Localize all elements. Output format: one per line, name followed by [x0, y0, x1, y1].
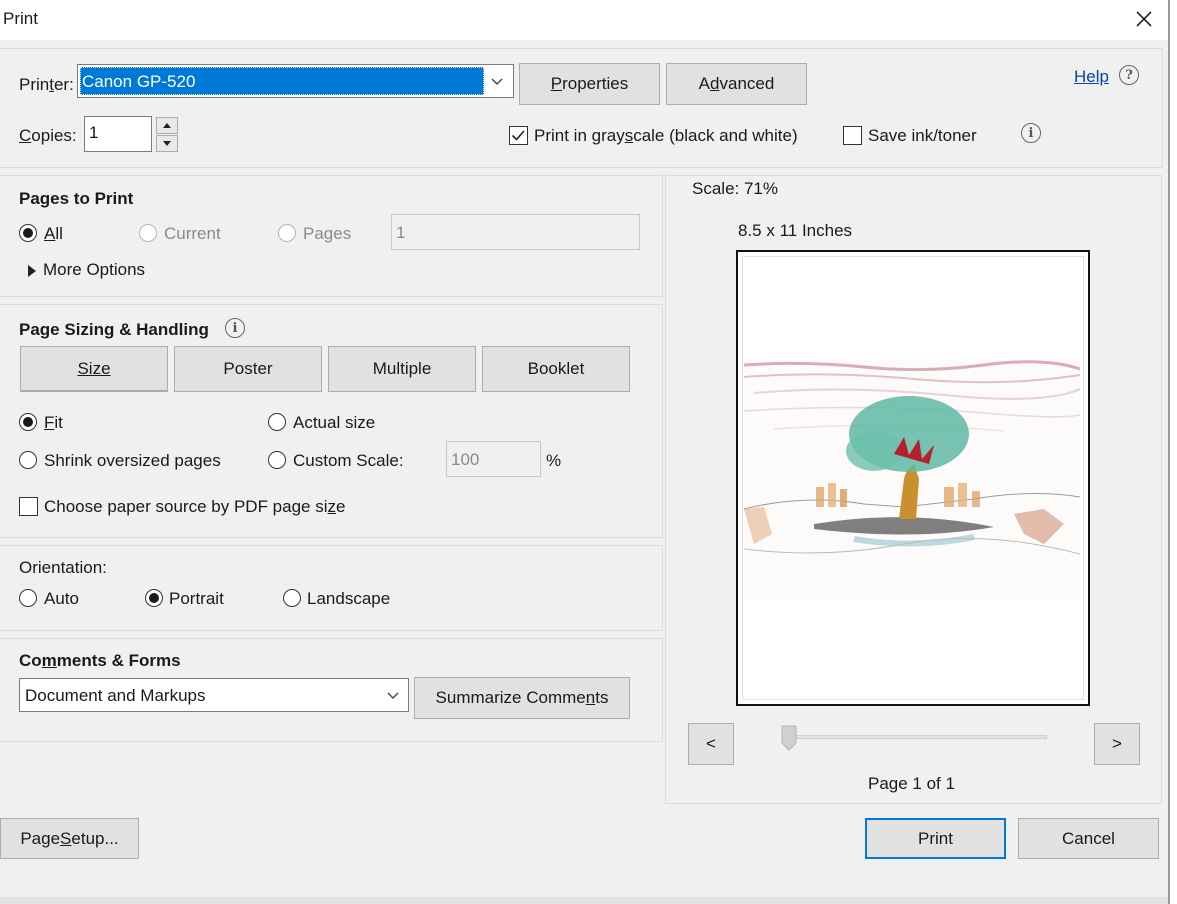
auto-orientation-label: Auto: [44, 589, 79, 608]
title-bar: [0, 0, 1168, 40]
page-slider-thumb[interactable]: [781, 725, 797, 751]
window-right-edge: [1168, 0, 1177, 904]
custom-scale-radio[interactable]: [268, 451, 286, 469]
custom-scale-label: Custom Scale:: [293, 451, 404, 470]
window-bottom-edge: [0, 897, 1168, 904]
chevron-down-icon: [490, 74, 504, 94]
custom-scale-input[interactable]: 100: [446, 441, 541, 477]
more-options-toggle[interactable]: More Options: [43, 260, 145, 280]
copies-up-button[interactable]: [156, 117, 178, 134]
info-icon[interactable]: i: [1021, 123, 1041, 143]
current-page-label: Current: [164, 224, 221, 243]
printer-select-value: Canon GP-520: [82, 72, 196, 91]
custom-scale-value: 100: [451, 450, 480, 469]
multiple-tab[interactable]: Multiple: [328, 346, 476, 392]
save-ink-label: Save ink/toner: [868, 126, 977, 145]
paper-size-label: 8.5 x 11 Inches: [738, 221, 853, 240]
preview-scale: Scale: 71%: [692, 179, 778, 198]
fit-radio[interactable]: [19, 413, 37, 431]
copies-down-button[interactable]: [156, 135, 178, 152]
page-slider-track[interactable]: [786, 735, 1047, 739]
pages-range-radio[interactable]: [278, 224, 296, 242]
checkmark-icon: [511, 130, 525, 141]
pages-range-value: 1: [396, 223, 406, 242]
comments-forms-value: Document and Markups: [25, 686, 206, 705]
pages-range-input[interactable]: 1: [391, 214, 640, 250]
save-ink-checkbox[interactable]: [843, 126, 862, 145]
shrink-oversized-radio[interactable]: [19, 451, 37, 469]
window-title: Print: [3, 9, 38, 28]
next-page-button[interactable]: >: [1094, 723, 1140, 765]
triangle-up-icon: [163, 123, 171, 128]
advanced-button[interactable]: Ad vanced: [666, 63, 807, 105]
portrait-label: Portrait: [169, 589, 224, 608]
chevron-down-icon: [386, 688, 400, 708]
close-icon[interactable]: [1131, 6, 1157, 32]
prev-page-button[interactable]: <: [688, 723, 734, 765]
comments-forms-heading: Comments & Forms: [19, 651, 181, 670]
copies-label: Copies:: [19, 126, 77, 145]
grayscale-label: Print in grayscale (black and white): [534, 126, 798, 145]
triangle-right-icon[interactable]: [27, 262, 37, 282]
all-pages-radio[interactable]: [19, 224, 37, 242]
info-icon[interactable]: i: [225, 318, 245, 338]
percent-label: %: [546, 451, 562, 470]
copies-input[interactable]: 1: [84, 116, 152, 152]
shrink-oversized-label: Shrink oversized pages: [44, 451, 221, 470]
page-preview: [736, 250, 1090, 706]
printer-select[interactable]: Canon GP-520: [77, 64, 514, 98]
fit-label: Fit: [44, 413, 63, 432]
landscape-label: Landscape: [307, 589, 391, 608]
actual-size-label: Actual size: [293, 413, 376, 432]
booklet-tab[interactable]: Booklet: [482, 346, 630, 392]
printer-label: Printer:: [19, 75, 74, 94]
landscape-radio[interactable]: [283, 589, 301, 607]
portrait-radio[interactable]: [145, 589, 163, 607]
size-tab[interactable]: Size: [20, 346, 168, 392]
all-pages-label: All: [44, 224, 63, 243]
grayscale-checkbox[interactable]: [509, 126, 528, 145]
pages-range-label: Pages: [303, 224, 352, 243]
paper-source-checkbox[interactable]: [19, 497, 38, 516]
copies-input-value: 1: [89, 123, 99, 142]
actual-size-radio[interactable]: [268, 413, 286, 431]
auto-orientation-radio[interactable]: [19, 589, 37, 607]
triangle-down-icon: [163, 141, 171, 146]
paper-source-label: Choose paper source by PDF page size: [44, 497, 346, 516]
comments-forms-select[interactable]: Document and Markups: [19, 678, 409, 712]
orientation-heading: Orientation:: [19, 558, 107, 577]
poster-tab[interactable]: Poster: [174, 346, 322, 392]
pages-to-print-heading: Pages to Print: [19, 189, 134, 208]
current-page-radio[interactable]: [139, 224, 157, 242]
properties-button[interactable]: Properties: [519, 63, 660, 105]
print-button[interactable]: Print: [865, 818, 1006, 859]
help-link[interactable]: Help: [1074, 67, 1109, 87]
drawing-thumbnail-image: [744, 359, 1080, 599]
page-indicator: Page 1 of 1: [868, 774, 955, 793]
page-sizing-heading: Page Sizing & Handling: [19, 320, 209, 339]
help-icon[interactable]: ?: [1119, 65, 1139, 85]
summarize-comments-button[interactable]: Summarize Comme n ts: [414, 677, 630, 719]
page-setup-button[interactable]: Page Setup...: [0, 818, 139, 859]
cancel-button[interactable]: Cancel: [1018, 818, 1159, 859]
